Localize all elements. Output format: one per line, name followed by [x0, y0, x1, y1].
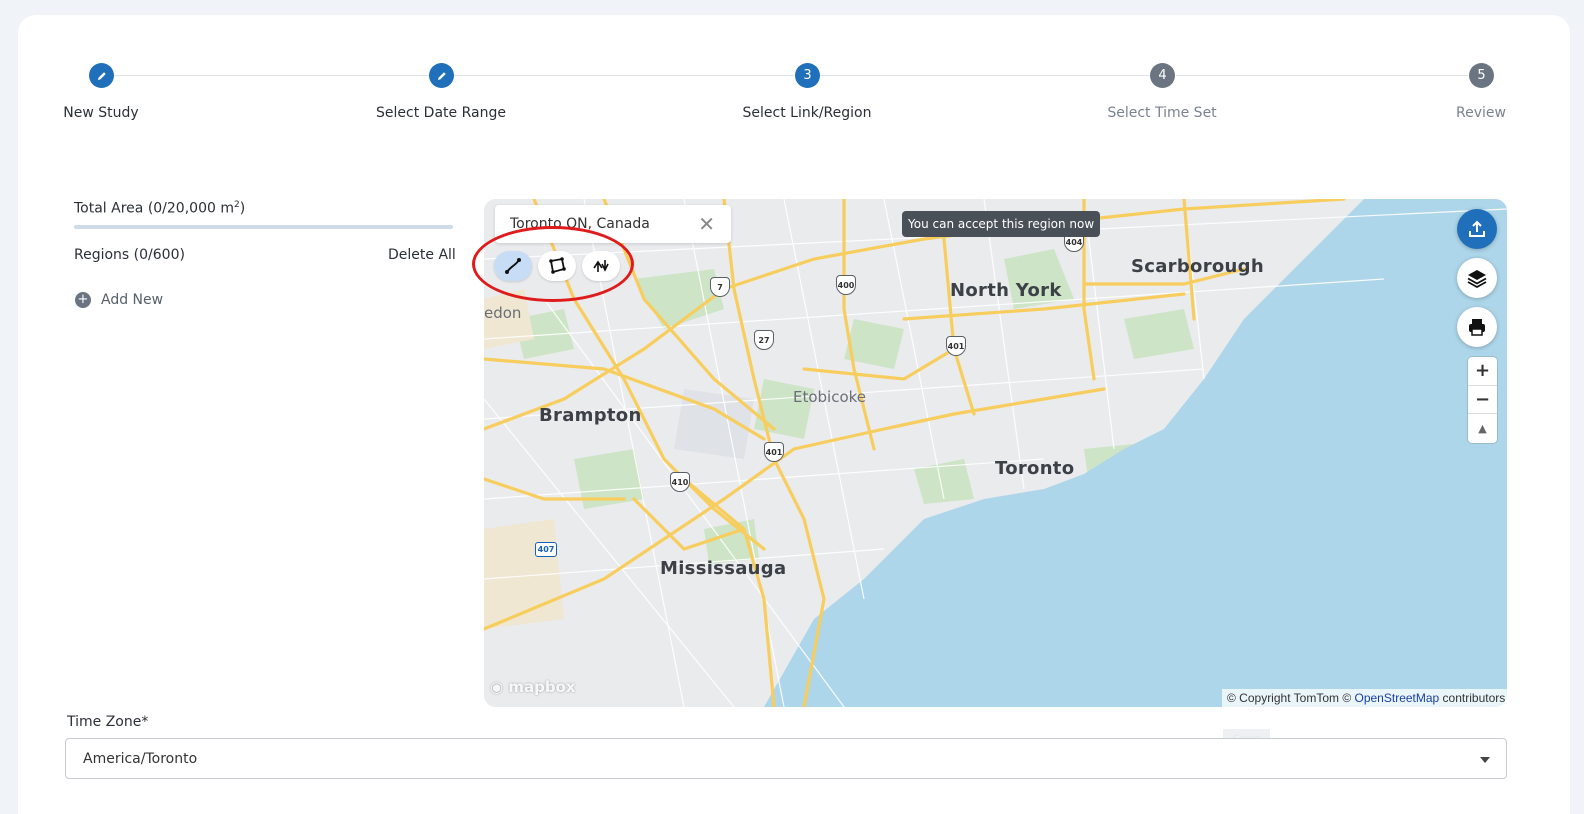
upload-button[interactable] — [1457, 209, 1497, 249]
timezone-label: Time Zone* — [67, 714, 149, 730]
highway-407-shield: 407 — [535, 542, 557, 557]
compass-reset-button[interactable]: ▲ — [1468, 414, 1497, 443]
place-edon: edon — [484, 304, 522, 322]
place-north-york: North York — [950, 280, 1062, 301]
plus-circle-icon: + — [75, 292, 91, 308]
location-search-box[interactable]: Toronto ON, Canada ✕ — [495, 205, 731, 243]
highway-401-shield: 401 — [946, 336, 966, 356]
progress-stepper: 3 4 5 New Study Select Date Range Select… — [0, 0, 1584, 140]
zoom-out-button[interactable]: − — [1468, 386, 1497, 415]
total-area-close: ) — [239, 200, 246, 217]
compass-icon: ▲ — [1478, 421, 1487, 435]
attribution-text: © Copyright TomTom © — [1227, 691, 1355, 705]
accept-region-tooltip: You can accept this region now — [902, 211, 1101, 237]
map-attribution: © Copyright TomTom © OpenStreetMap contr… — [1222, 689, 1511, 707]
attribution-suffix: contributors — [1439, 691, 1506, 705]
place-brampton: Brampton — [539, 405, 642, 426]
upload-icon — [1469, 220, 1485, 237]
mapbox-logo-text: mapbox — [508, 678, 576, 696]
layers-button[interactable] — [1457, 258, 1497, 298]
highway-401-shield: 401 — [764, 442, 784, 462]
total-area-text: Total Area (0/20,000 m — [74, 200, 234, 217]
highway-27-shield: 27 — [754, 330, 774, 350]
total-area-label: Total Area (0/20,000 m2) — [74, 200, 245, 217]
openstreetmap-link[interactable]: OpenStreetMap — [1355, 691, 1440, 705]
zoom-control: + − ▲ — [1468, 357, 1497, 443]
highway-410-shield: 410 — [670, 472, 690, 492]
place-etobicoke: Etobicoke — [793, 388, 867, 406]
print-button[interactable] — [1457, 307, 1497, 347]
step-3-number: 3 — [795, 63, 820, 88]
line-draw-icon — [505, 258, 521, 274]
map-basemap — [484, 199, 1507, 707]
zoom-in-button[interactable]: + — [1468, 357, 1497, 386]
step-2-label[interactable]: Select Date Range — [376, 105, 506, 121]
map-canvas[interactable]: Scarborough North York edon Etobicoke Br… — [484, 199, 1507, 707]
step-5-label: Review — [1456, 105, 1506, 121]
step-connector — [820, 75, 1150, 76]
place-mississauga: Mississauga — [660, 558, 787, 579]
layers-icon — [1467, 270, 1487, 289]
close-icon[interactable]: ✕ — [698, 214, 715, 234]
add-new-label: Add New — [101, 292, 164, 308]
polygon-draw-icon — [549, 257, 566, 274]
mapbox-logo-icon: ◉ — [490, 678, 504, 696]
highway-7-shield: 7 — [710, 277, 730, 297]
timezone-value: America/Toronto — [83, 751, 198, 767]
step-3-label: Select Link/Region — [742, 105, 872, 121]
highway-400-shield: 400 — [836, 275, 856, 295]
step-4-label: Select Time Set — [1107, 105, 1217, 121]
print-icon — [1469, 319, 1485, 336]
step-connector — [114, 75, 429, 76]
step-connector — [454, 75, 794, 76]
place-toronto: Toronto — [995, 458, 1075, 479]
add-new-button[interactable]: + Add New — [75, 292, 163, 308]
location-search-input[interactable]: Toronto ON, Canada — [510, 216, 650, 232]
step-1-label[interactable]: New Study — [63, 105, 138, 121]
area-progress-bar — [74, 225, 453, 229]
regions-count-label: Regions (0/600) — [74, 247, 185, 263]
chevron-down-icon — [1480, 757, 1490, 763]
mapbox-logo: ◉ mapbox — [490, 678, 576, 696]
step-2-pencil-icon[interactable] — [429, 63, 454, 88]
timezone-select[interactable]: America/Toronto — [65, 738, 1507, 779]
delete-all-button[interactable]: Delete All — [388, 247, 456, 263]
swap-direction-icon — [593, 260, 609, 272]
place-scarborough: Scarborough — [1131, 256, 1264, 277]
swap-direction-tool-button[interactable] — [582, 251, 620, 281]
step-4-number: 4 — [1150, 63, 1175, 88]
step-1-pencil-icon[interactable] — [89, 63, 114, 88]
step-connector — [1176, 75, 1468, 76]
polygon-draw-tool-button[interactable] — [538, 251, 576, 281]
step-5-number: 5 — [1469, 63, 1494, 88]
line-draw-tool-button[interactable] — [494, 251, 532, 281]
